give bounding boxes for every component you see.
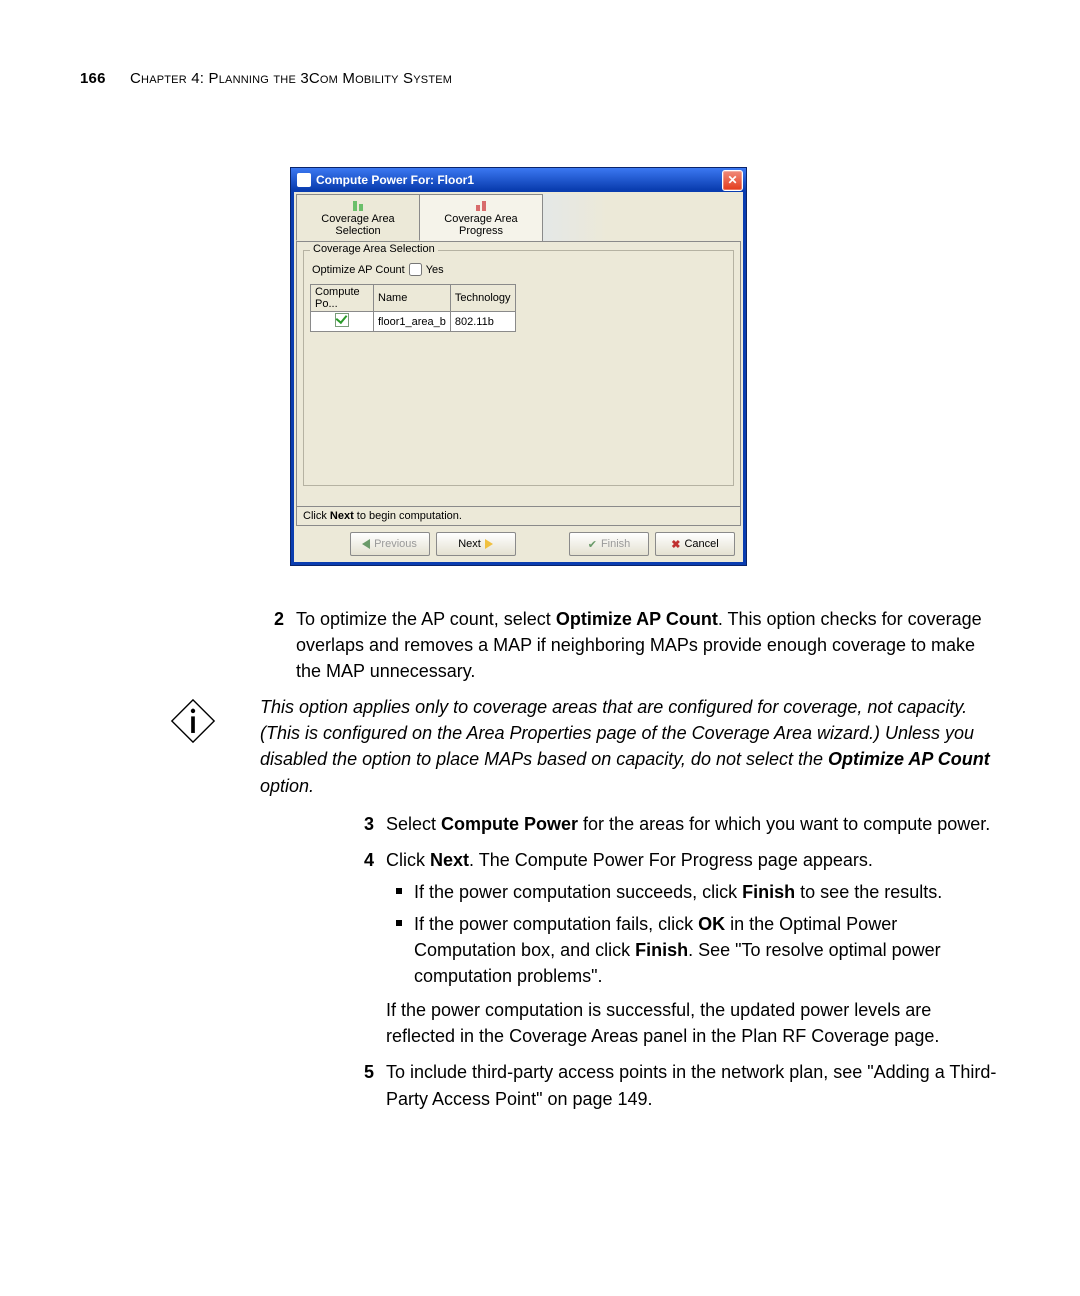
- page-header: 166 Chapter 4: Planning the 3Com Mobilit…: [80, 70, 1020, 87]
- bars-icon: [350, 199, 366, 211]
- tab-label: Coverage Area Progress: [444, 213, 517, 237]
- finish-button: ✔ Finish: [569, 532, 649, 556]
- bars-icon: [473, 199, 489, 211]
- col-technology: Technology: [450, 285, 515, 312]
- compute-power-dialog: Compute Power For: Floor1 ✕ Coverage Are…: [290, 167, 747, 566]
- close-icon[interactable]: ✕: [722, 170, 743, 191]
- previous-button: Previous: [350, 532, 430, 556]
- page-number: 166: [80, 70, 106, 87]
- btn-label: Next: [458, 538, 481, 550]
- body-text: 2 To optimize the AP count, select Optim…: [260, 606, 1000, 1112]
- info-note: This option applies only to coverage are…: [170, 694, 1000, 798]
- step-4: 4 Click Next. The Compute Power For Prog…: [350, 847, 1000, 1050]
- tab-coverage-area-selection[interactable]: Coverage Area Selection: [296, 194, 420, 241]
- row-name: floor1_area_b: [374, 312, 451, 332]
- info-icon: [170, 698, 216, 751]
- col-compute: Compute Po...: [311, 285, 374, 312]
- arrow-right-icon: [485, 539, 493, 549]
- list-item: If the power computation fails, click OK…: [414, 911, 1000, 989]
- optimize-label: Optimize AP Count: [312, 264, 405, 276]
- next-button[interactable]: Next: [436, 532, 516, 556]
- sub-bullets: If the power computation succeeds, click…: [386, 879, 1000, 989]
- table-header-row: Compute Po... Name Technology: [311, 285, 516, 312]
- check-icon[interactable]: [335, 313, 349, 327]
- cancel-button[interactable]: ✖ Cancel: [655, 532, 735, 556]
- optimize-value: Yes: [426, 264, 444, 276]
- row-check-cell[interactable]: [311, 312, 374, 332]
- step-3: 3 Select Compute Power for the areas for…: [350, 811, 1000, 837]
- app-icon: [297, 173, 311, 187]
- optimize-ap-count-row: Optimize AP Count Yes: [312, 263, 725, 276]
- tab-label: Coverage Area Selection: [321, 213, 394, 237]
- x-icon: ✖: [671, 538, 680, 551]
- col-name: Name: [374, 285, 451, 312]
- list-item: If the power computation succeeds, click…: [414, 879, 1000, 905]
- groupbox-title: Coverage Area Selection: [310, 243, 438, 255]
- status-bold: Next: [330, 510, 354, 522]
- check-icon: ✔: [588, 538, 597, 551]
- titlebar[interactable]: Compute Power For: Floor1 ✕: [291, 168, 746, 192]
- tab-bar: Coverage Area Selection Coverage Area Pr…: [296, 194, 741, 242]
- chapter-title: Chapter 4: Planning the 3Com Mobility Sy…: [130, 70, 452, 87]
- optimize-checkbox[interactable]: [409, 263, 422, 276]
- table-row[interactable]: floor1_area_b 802.11b: [311, 312, 516, 332]
- arrow-left-icon: [362, 539, 370, 549]
- row-tech: 802.11b: [450, 312, 515, 332]
- btn-label: Cancel: [684, 538, 718, 550]
- btn-label: Finish: [601, 538, 630, 550]
- step-2: 2 To optimize the AP count, select Optim…: [260, 606, 1000, 684]
- status-bar: Click Next to begin computation.: [296, 507, 741, 526]
- btn-label: Previous: [374, 538, 417, 550]
- step-5: 5 To include third-party access points i…: [350, 1059, 1000, 1111]
- dialog-title: Compute Power For: Floor1: [316, 173, 722, 187]
- button-bar: Previous Next ✔ Finish ✖ Cancel: [296, 526, 741, 560]
- area-table: Compute Po... Name Technology floor1_are…: [310, 284, 516, 332]
- tab-coverage-area-progress[interactable]: Coverage Area Progress: [419, 194, 543, 241]
